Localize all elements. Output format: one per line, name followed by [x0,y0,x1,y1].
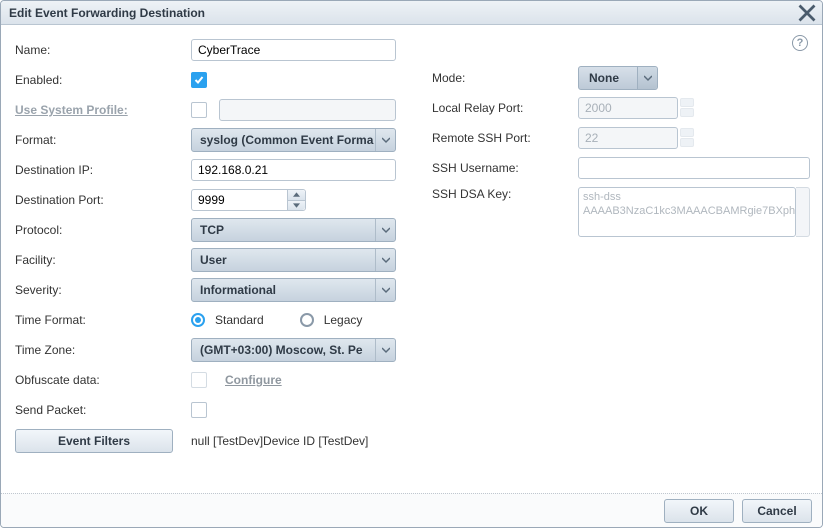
port-spinner[interactable] [287,190,305,210]
send-packet-checkbox[interactable] [191,402,207,418]
event-filters-button[interactable]: Event Filters [15,429,173,453]
chevron-down-icon[interactable] [375,219,395,241]
enabled-checkbox[interactable] [191,72,207,88]
close-icon[interactable] [798,4,816,22]
severity-dropdown[interactable]: Informational [191,278,396,302]
enabled-label: Enabled: [15,73,185,87]
destination-ip-input[interactable] [191,159,396,181]
local-relay-port-label: Local Relay Port: [432,101,572,115]
chevron-down-icon[interactable] [375,129,395,151]
titlebar: Edit Event Forwarding Destination [1,1,822,25]
remote-ssh-port-input[interactable] [578,127,678,149]
scrollbar[interactable] [796,187,810,237]
name-label: Name: [15,43,185,57]
ok-button[interactable]: OK [664,499,734,523]
facility-dropdown[interactable]: User [191,248,396,272]
left-column: Name: Enabled: Use System Profile: Forma… [15,35,410,487]
format-dropdown[interactable]: syslog (Common Event Forma [191,128,396,152]
destination-port-label: Destination Port: [15,193,185,207]
event-filters-summary: null [TestDev]Device ID [TestDev] [191,434,368,448]
time-format-standard-radio[interactable] [191,313,205,327]
time-format-legacy-label: Legacy [324,313,363,327]
dialog-footer: OK Cancel [1,493,822,527]
destination-ip-label: Destination IP: [15,163,185,177]
ssh-dsa-key-textarea[interactable]: ssh-dss AAAAB3NzaC1kc3MAAACBAMRgie7BXphd… [578,187,796,237]
format-label: Format: [15,133,185,147]
timezone-dropdown[interactable]: (GMT+03:00) Moscow, St. Pe [191,338,396,362]
mode-label: Mode: [432,71,572,85]
chevron-down-icon[interactable] [637,67,657,89]
remote-ssh-port-label: Remote SSH Port: [432,131,572,145]
severity-label: Severity: [15,283,185,297]
ssh-username-label: SSH Username: [432,161,572,175]
time-format-legacy-radio[interactable] [300,313,314,327]
chevron-down-icon[interactable] [375,279,395,301]
dialog-title: Edit Event Forwarding Destination [9,6,205,20]
configure-link[interactable]: Configure [225,373,282,387]
name-input[interactable] [191,39,396,61]
facility-label: Facility: [15,253,185,267]
chevron-down-icon[interactable] [375,249,395,271]
protocol-dropdown[interactable]: TCP [191,218,396,242]
ssh-dsa-key-label: SSH DSA Key: [432,187,572,201]
timezone-label: Time Zone: [15,343,185,357]
send-packet-label: Send Packet: [15,403,185,417]
use-system-profile-label: Use System Profile: [15,103,185,117]
dialog-body: ? Name: Enabled: Use System Profile: [1,25,822,493]
help-icon[interactable]: ? [792,35,808,51]
chevron-down-icon[interactable] [375,339,395,361]
chevron-up-icon[interactable] [288,190,305,201]
right-column: Mode: None Local Relay Port: Remote SSH … [410,35,810,487]
ssh-username-input[interactable] [578,157,810,179]
ssh-port-spinner[interactable] [680,128,694,148]
obfuscate-checkbox[interactable] [191,372,207,388]
use-system-profile-checkbox[interactable] [191,102,207,118]
time-format-standard-label: Standard [215,313,264,327]
protocol-label: Protocol: [15,223,185,237]
chevron-down-icon[interactable] [288,201,305,211]
local-relay-port-input[interactable] [578,97,678,119]
system-profile-input [219,99,396,121]
obfuscate-label: Obfuscate data: [15,373,185,387]
cancel-button[interactable]: Cancel [742,499,812,523]
relay-port-spinner[interactable] [680,98,694,118]
edit-event-forwarding-dialog: Edit Event Forwarding Destination ? Name… [0,0,823,528]
time-format-label: Time Format: [15,313,185,327]
